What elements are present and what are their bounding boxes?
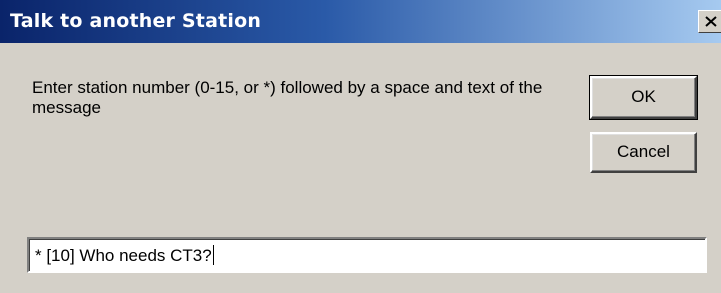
talk-dialog: Talk to another Station Enter station nu… (0, 0, 721, 293)
message-input-value: * [10] Who needs CT3? (35, 246, 212, 265)
close-icon (705, 16, 717, 27)
cancel-button[interactable]: Cancel (590, 132, 697, 173)
text-caret (212, 245, 214, 265)
prompt-text: Enter station number (0-15, or *) follow… (32, 78, 543, 117)
ok-button[interactable]: OK (589, 75, 698, 120)
message-input[interactable]: * [10] Who needs CT3? (27, 237, 707, 273)
close-button[interactable] (698, 10, 721, 33)
window-title: Talk to another Station (10, 10, 262, 32)
title-bar[interactable]: Talk to another Station (0, 0, 721, 43)
